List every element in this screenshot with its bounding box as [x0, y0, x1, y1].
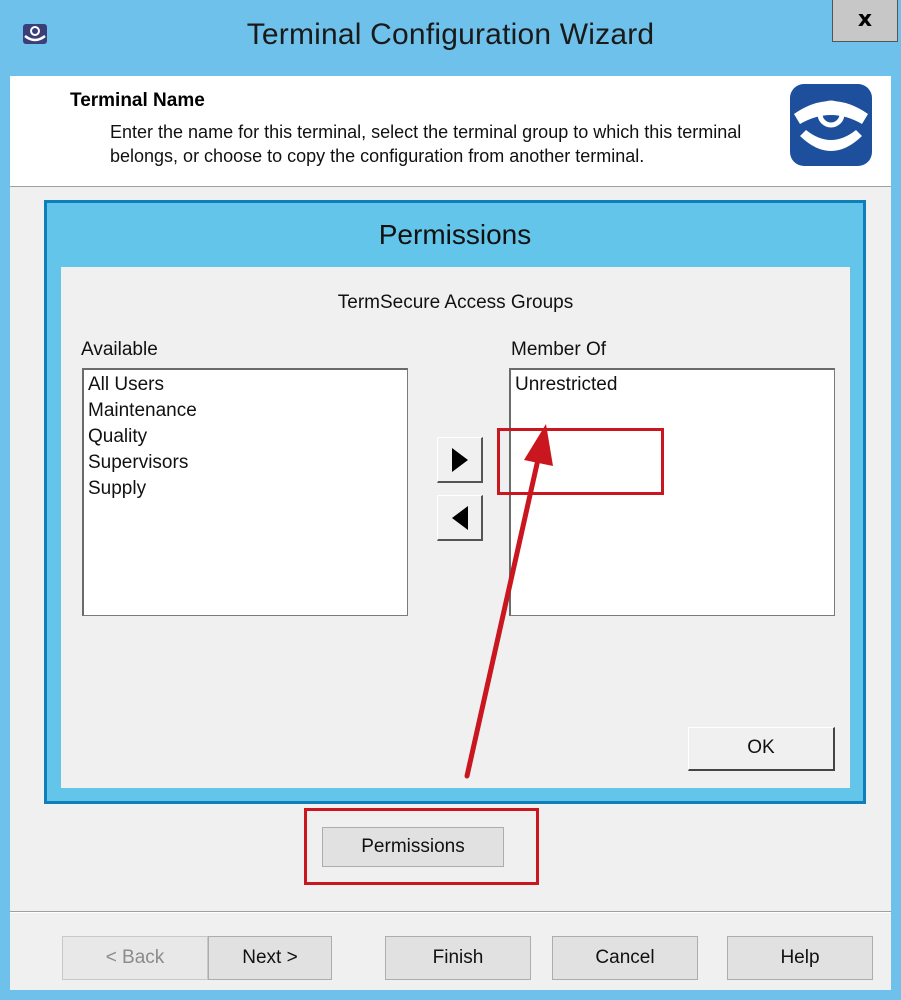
thinmanager-logo-icon — [790, 84, 872, 166]
permissions-dialog-title: Permissions — [378, 219, 532, 250]
wizard-header: Terminal Name Enter the name for this te… — [10, 76, 891, 187]
available-label: Available — [81, 339, 158, 360]
remove-from-member-button[interactable] — [437, 495, 483, 541]
access-groups-label: TermSecure Access Groups — [337, 292, 574, 313]
available-groups-list[interactable]: All Users Maintenance Quality Supervisor… — [82, 368, 408, 616]
cancel-button[interactable]: Cancel — [552, 936, 698, 980]
list-item-quality[interactable]: Quality — [88, 424, 407, 450]
page-title: Terminal Name — [70, 90, 205, 111]
title-bar[interactable]: Terminal Configuration Wizard x — [0, 0, 901, 76]
permissions-dialog-body: TermSecure Access Groups Available Membe… — [61, 267, 850, 788]
annotation-highlight-member — [497, 428, 664, 495]
list-item-supply[interactable]: Supply — [88, 476, 407, 502]
finish-button[interactable]: Finish — [385, 936, 531, 980]
next-button[interactable]: Next > — [208, 936, 332, 980]
member-of-label: Member Of — [511, 339, 607, 360]
window-title: Terminal Configuration Wizard — [246, 18, 655, 51]
permissions-dialog: Permissions TermSecure Access Groups Ava… — [44, 200, 866, 804]
close-button[interactable]: x — [832, 0, 898, 42]
annotation-highlight-permissions — [304, 808, 539, 885]
list-item-unrestricted[interactable]: Unrestricted — [515, 372, 834, 398]
triangle-left-icon — [452, 506, 468, 530]
page-description: Enter the name for this terminal, select… — [110, 122, 742, 166]
triangle-right-icon — [452, 448, 468, 472]
list-item-maintenance[interactable]: Maintenance — [88, 398, 407, 424]
list-item-all-users[interactable]: All Users — [88, 372, 407, 398]
back-button[interactable]: < Back — [62, 936, 208, 980]
add-to-member-button[interactable] — [437, 437, 483, 483]
footer-divider — [10, 911, 891, 913]
ok-button[interactable]: OK — [688, 727, 835, 771]
list-item-supervisors[interactable]: Supervisors — [88, 450, 407, 476]
help-button[interactable]: Help — [727, 936, 873, 980]
